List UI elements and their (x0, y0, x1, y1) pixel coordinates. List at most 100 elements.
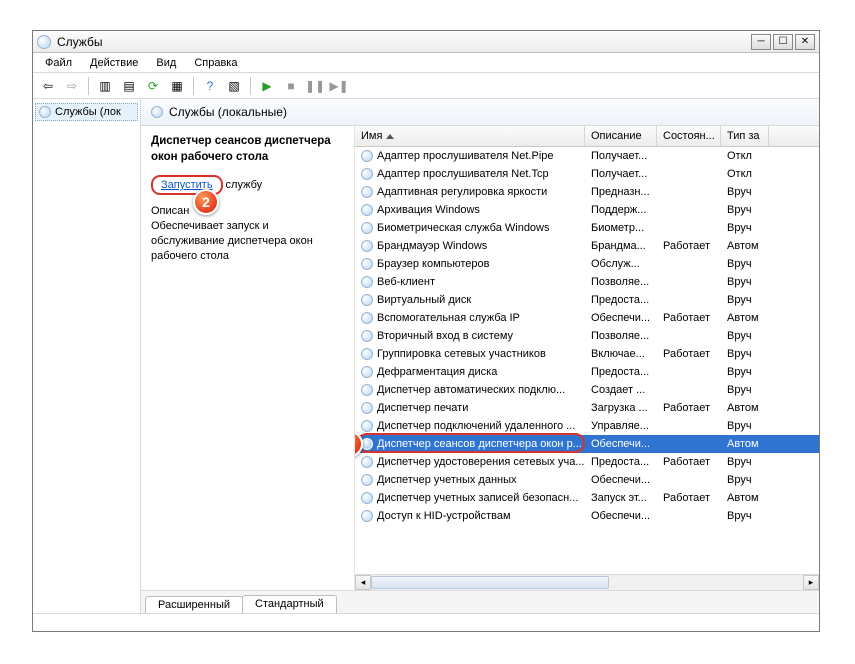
menu-help[interactable]: Справка (186, 55, 245, 71)
start-service-button[interactable]: ▶ (256, 75, 278, 97)
service-row[interactable]: Вспомогательная служба IPОбеспечи...Рабо… (355, 309, 819, 327)
service-description: Создает ... (585, 384, 657, 396)
service-row[interactable]: Диспетчер удостоверения сетевых уча...Пр… (355, 453, 819, 471)
service-name: Вторичный вход в систему (377, 330, 513, 342)
gear-icon (361, 474, 373, 486)
horizontal-scrollbar[interactable]: ◂ ▸ (355, 574, 819, 590)
service-row[interactable]: Дефрагментация дискаПредоста...Вруч (355, 363, 819, 381)
service-description: Обеспечи... (585, 474, 657, 486)
col-name[interactable]: Имя (355, 126, 585, 146)
col-description[interactable]: Описание (585, 126, 657, 146)
help-button[interactable]: ? (199, 75, 221, 97)
panel-header: Службы (локальные) (141, 99, 819, 126)
service-row[interactable]: Браузер компьютеровОбслуж...Вруч (355, 255, 819, 273)
nav-back-button[interactable]: ⇦ (37, 75, 59, 97)
scroll-left-button[interactable]: ◂ (355, 575, 371, 590)
menu-file[interactable]: Файл (37, 55, 80, 71)
service-row[interactable]: Адаптер прослушивателя Net.TcpПолучает..… (355, 165, 819, 183)
gear-icon (361, 330, 373, 342)
tab-standard[interactable]: Стандартный (242, 595, 337, 613)
menu-view[interactable]: Вид (148, 55, 184, 71)
tree-item-services-local[interactable]: Службы (лок (35, 103, 138, 121)
show-hide-tree-button[interactable]: ▥ (94, 75, 116, 97)
nav-forward-button[interactable]: ⇨ (61, 75, 83, 97)
toolbar: ⇦ ⇨ ▥ ▤ ⟳ ▦ ? ▧ ▶ ■ ❚❚ ▶❚ (33, 73, 819, 99)
service-startup-type: Откл (721, 150, 769, 162)
statusbar (33, 613, 819, 631)
restart-service-button[interactable]: ▶❚ (328, 75, 350, 97)
service-startup-type: Автом (721, 492, 769, 504)
properties-button[interactable]: ▤ (118, 75, 140, 97)
service-name: Диспетчер сеансов диспетчера окон р... (377, 438, 582, 450)
service-description: Загрузка ... (585, 402, 657, 414)
service-state: Работает (657, 312, 721, 324)
column-headers: Имя Описание Состоян... Тип за (355, 126, 819, 147)
refresh-button[interactable]: ⟳ (142, 75, 164, 97)
col-startup-type[interactable]: Тип за (721, 126, 769, 146)
action-pane-button[interactable]: ▧ (223, 75, 245, 97)
service-startup-type: Вруч (721, 294, 769, 306)
service-row[interactable]: Диспетчер автоматических подклю...Создае… (355, 381, 819, 399)
service-row[interactable]: Доступ к HID-устройствамОбеспечи...Вруч (355, 507, 819, 525)
service-startup-type: Вруч (721, 420, 769, 432)
console-tree: Службы (лок (33, 99, 141, 613)
service-row[interactable]: Диспетчер печатиЗагрузка ...РаботаетАвто… (355, 399, 819, 417)
scroll-thumb[interactable] (371, 576, 609, 589)
service-row[interactable]: Биометрическая служба WindowsБиометр...В… (355, 219, 819, 237)
service-name: Диспетчер учетных записей безопасн... (377, 492, 578, 504)
service-row[interactable]: Диспетчер учетных записей безопасн...Зап… (355, 489, 819, 507)
service-row[interactable]: Диспетчер сеансов диспетчера окон р...Об… (355, 435, 819, 453)
minimize-button[interactable]: ─ (751, 34, 771, 50)
service-description: Управляе... (585, 420, 657, 432)
gear-icon (361, 276, 373, 288)
pause-service-button[interactable]: ❚❚ (304, 75, 326, 97)
maximize-button[interactable]: ☐ (773, 34, 793, 50)
gear-icon (361, 366, 373, 378)
service-row[interactable]: Виртуальный дискПредоста...Вруч (355, 291, 819, 309)
service-row[interactable]: Группировка сетевых участниковВключае...… (355, 345, 819, 363)
gear-icon (361, 168, 373, 180)
service-row[interactable]: Диспетчер подключений удаленного ...Упра… (355, 417, 819, 435)
service-row[interactable]: Вторичный вход в системуПозволяе...Вруч (355, 327, 819, 345)
service-startup-type: Вруч (721, 186, 769, 198)
tab-extended[interactable]: Расширенный (145, 596, 243, 613)
close-button[interactable]: ✕ (795, 34, 815, 50)
service-row[interactable]: Адаптер прослушивателя Net.PipeПолучает.… (355, 147, 819, 165)
gear-icon (361, 510, 373, 522)
service-name: Адаптер прослушивателя Net.Pipe (377, 150, 554, 162)
export-list-button[interactable]: ▦ (166, 75, 188, 97)
stop-service-button[interactable]: ■ (280, 75, 302, 97)
menu-action[interactable]: Действие (82, 55, 146, 71)
selected-service-name: Диспетчер сеансов диспетчера окон рабоче… (151, 134, 344, 165)
scroll-right-button[interactable]: ▸ (803, 575, 819, 590)
service-description: Позволяе... (585, 276, 657, 288)
service-name: Доступ к HID-устройствам (377, 510, 511, 522)
gear-icon (361, 222, 373, 234)
service-name: Архивация Windows (377, 204, 480, 216)
service-description: Предоста... (585, 456, 657, 468)
service-row[interactable]: Веб-клиентПозволяе...Вруч (355, 273, 819, 291)
gear-icon (151, 106, 163, 118)
service-description: Обеспечи... (585, 510, 657, 522)
titlebar[interactable]: Службы ─ ☐ ✕ (33, 31, 819, 53)
service-name: Диспетчер печати (377, 402, 468, 414)
service-row[interactable]: Архивация WindowsПоддерж...Вруч (355, 201, 819, 219)
service-state: Работает (657, 456, 721, 468)
callout-2-badge: 2 (193, 189, 219, 215)
service-description: Брандма... (585, 240, 657, 252)
service-description: Обеспечи... (585, 312, 657, 324)
description-heading: Описан (151, 205, 344, 217)
col-state[interactable]: Состоян... (657, 126, 721, 146)
service-row[interactable]: Диспетчер учетных данныхОбеспечи...Вруч (355, 471, 819, 489)
services-list[interactable]: Адаптер прослушивателя Net.PipeПолучает.… (355, 147, 819, 574)
panel-title: Службы (локальные) (169, 105, 287, 119)
service-name: Браузер компьютеров (377, 258, 489, 270)
service-row[interactable]: Адаптивная регулировка яркостиПредназн..… (355, 183, 819, 201)
service-name: Биометрическая служба Windows (377, 222, 550, 234)
service-startup-type: Автом (721, 240, 769, 252)
window-title: Службы (57, 35, 751, 49)
service-row[interactable]: Брандмауэр WindowsБрандма...РаботаетАвто… (355, 237, 819, 255)
service-name: Диспетчер учетных данных (377, 474, 517, 486)
service-name: Адаптер прослушивателя Net.Tcp (377, 168, 549, 180)
service-state: Работает (657, 348, 721, 360)
